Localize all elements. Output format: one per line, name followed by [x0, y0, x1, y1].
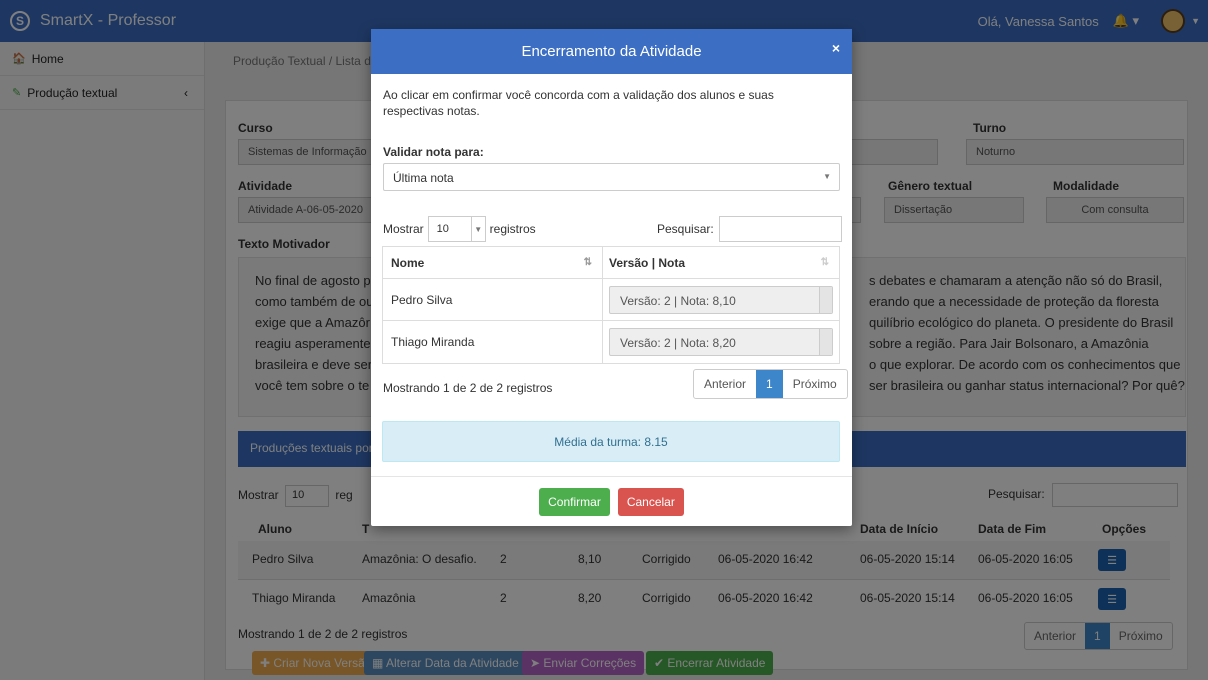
cell-nome: Pedro Silva: [383, 279, 603, 320]
show-suffix: registros: [489, 222, 536, 236]
media-turma-alert: Média da turma: 8.15: [382, 421, 840, 462]
confirm-button[interactable]: Confirmar: [539, 487, 610, 516]
modal-length-control: Mostrar 10 ▼ registros: [383, 216, 536, 242]
modal-table-info: Mostrando 1 de 2 de 2 registros: [383, 381, 553, 395]
chevron-down-icon: ▼: [470, 217, 485, 241]
table-header-row: Nome ⇅ Versão | Nota ⇅: [383, 247, 839, 279]
cell-nome: Thiago Miranda: [383, 321, 603, 363]
pager-next[interactable]: Próximo: [783, 370, 847, 398]
validar-nota-label: Validar nota para:: [383, 145, 484, 159]
versao-select[interactable]: Versão: 2 | Nota: 8,10: [609, 285, 833, 314]
page-size-select[interactable]: 10 ▼: [427, 216, 486, 242]
modal-search: Pesquisar:: [657, 216, 842, 242]
validar-nota-select[interactable]: Última nota ▼: [383, 163, 840, 191]
col-versao-nota[interactable]: Versão | Nota ⇅: [603, 247, 839, 278]
modal-title: Encerramento da Atividade: [521, 43, 702, 60]
select-value: Versão: 2 | Nota: 8,20: [620, 336, 736, 350]
dropdown-arrow-icon: [819, 329, 832, 355]
search-input[interactable]: [718, 216, 842, 242]
dropdown-arrow-icon: [819, 286, 832, 313]
table-row: Thiago Miranda Versão: 2 | Nota: 8,20: [383, 321, 839, 363]
validation-table: Nome ⇅ Versão | Nota ⇅ Pedro Silva Versã…: [382, 246, 840, 364]
cancel-button[interactable]: Cancelar: [617, 487, 684, 516]
modal-pagination: Anterior 1 Próximo: [693, 369, 848, 399]
select-value: 10: [436, 223, 449, 235]
show-label: Mostrar: [383, 222, 424, 236]
versao-select[interactable]: Versão: 2 | Nota: 8,20: [609, 328, 833, 356]
select-value: Versão: 2 | Nota: 8,10: [620, 293, 736, 308]
chevron-down-icon: ▼: [823, 172, 831, 181]
search-label: Pesquisar:: [657, 222, 714, 236]
modal-header: Encerramento da Atividade ×: [371, 29, 852, 74]
cell-versao: Versão: 2 | Nota: 8,20: [603, 321, 839, 363]
select-value: Última nota: [393, 171, 454, 185]
modal-footer: Confirmar Cancelar: [371, 476, 852, 526]
col-nome[interactable]: Nome ⇅: [383, 247, 603, 278]
col-label: Versão | Nota: [609, 255, 686, 270]
sort-asc-icon: ⇅: [583, 257, 592, 268]
cell-versao: Versão: 2 | Nota: 8,10: [603, 279, 839, 320]
table-row: Pedro Silva Versão: 2 | Nota: 8,10: [383, 279, 839, 321]
pager-page[interactable]: 1: [756, 370, 783, 398]
modal-description: Ao clicar em confirmar você concorda com…: [383, 88, 774, 118]
col-label: Nome: [391, 255, 425, 270]
sort-icon: ⇅: [820, 257, 829, 268]
encerramento-modal: Encerramento da Atividade × Ao clicar em…: [371, 29, 852, 526]
pager-prev[interactable]: Anterior: [694, 370, 756, 398]
close-icon[interactable]: ×: [832, 40, 840, 56]
